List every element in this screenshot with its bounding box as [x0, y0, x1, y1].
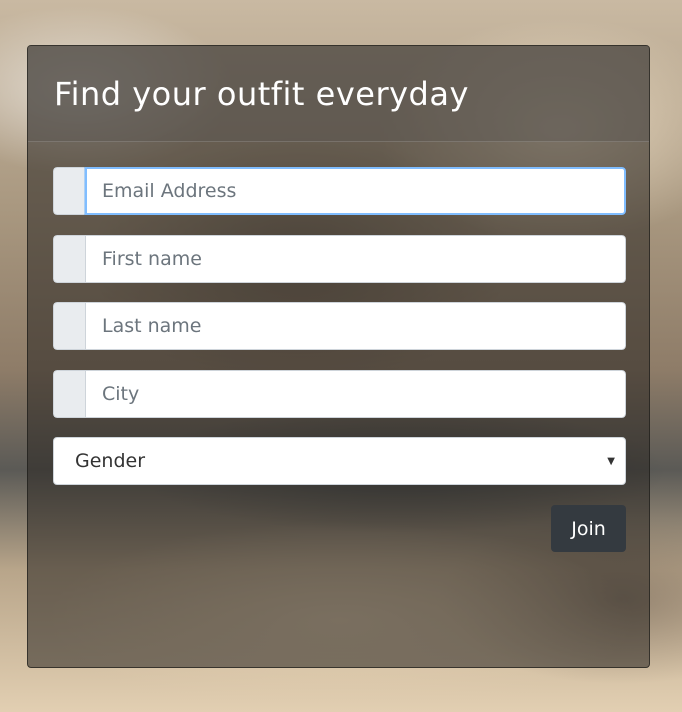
city-addon — [53, 370, 85, 418]
email-field[interactable] — [85, 167, 626, 215]
page-title: Find your outfit everyday — [54, 74, 469, 113]
last-name-field[interactable] — [85, 302, 626, 350]
last-name-addon — [53, 302, 85, 350]
chevron-down-icon: ▼ — [607, 456, 615, 467]
email-field-group — [53, 167, 626, 215]
first-name-field-group — [53, 235, 626, 283]
join-button[interactable]: Join — [551, 505, 626, 552]
first-name-field[interactable] — [85, 235, 626, 283]
city-field-group — [53, 370, 626, 418]
first-name-addon — [53, 235, 85, 283]
city-field[interactable] — [85, 370, 626, 418]
signup-panel: Find your outfit everyday Gender ▼ Join — [27, 45, 650, 668]
last-name-field-group — [53, 302, 626, 350]
gender-select-value: Gender — [75, 450, 146, 472]
gender-select[interactable]: Gender ▼ — [53, 437, 626, 485]
panel-header: Find your outfit everyday — [28, 46, 649, 142]
email-addon — [53, 167, 85, 215]
